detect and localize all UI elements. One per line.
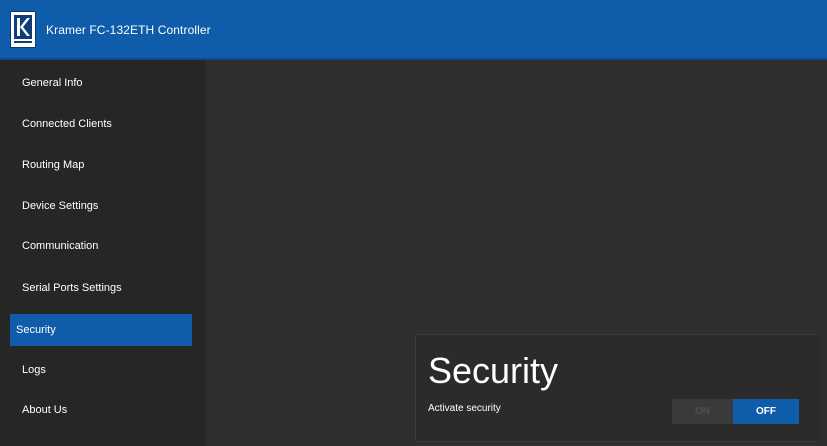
kramer-logo-icon — [10, 11, 36, 48]
activate-security-toggle[interactable]: ON OFF — [672, 399, 799, 424]
sidebar-item-communication[interactable]: Communication — [10, 230, 192, 262]
activate-security-label: Activate security — [428, 403, 501, 414]
sidebar-item-device-settings[interactable]: Device Settings — [10, 190, 192, 222]
sidebar-item-about-us[interactable]: About Us — [10, 394, 192, 426]
sidebar-item-serial-ports-settings[interactable]: Serial Ports Settings — [10, 272, 192, 304]
app-header: Kramer FC-132ETH Controller — [0, 0, 827, 60]
sidebar-item-connected-clients[interactable]: Connected Clients — [10, 108, 192, 140]
app-title: Kramer FC-132ETH Controller — [46, 23, 211, 37]
toggle-off-button[interactable]: OFF — [733, 399, 799, 424]
sidebar: General Info Connected Clients Routing M… — [0, 60, 205, 446]
sidebar-item-logs[interactable]: Logs — [10, 354, 192, 386]
sidebar-item-routing-map[interactable]: Routing Map — [10, 149, 192, 181]
sidebar-item-general-info[interactable]: General Info — [10, 67, 192, 99]
toggle-on-button[interactable]: ON — [672, 399, 733, 424]
sidebar-item-security[interactable]: Security — [10, 314, 192, 346]
page-title: Security — [428, 350, 559, 391]
